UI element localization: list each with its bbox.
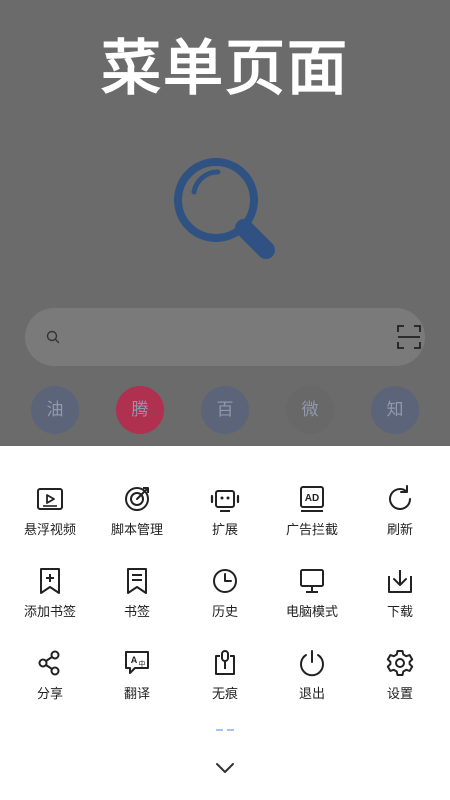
quick-link[interactable]: 百	[201, 386, 249, 434]
menu-item-label: 无痕	[211, 687, 238, 702]
menu-item-settings[interactable]: 设置	[355, 648, 445, 720]
download-icon	[388, 570, 412, 593]
menu-item-label: 悬浮视频	[23, 523, 76, 538]
translate-icon: A 中	[125, 651, 149, 674]
page-dot-active	[216, 729, 223, 731]
menu-item-label: 翻译	[123, 687, 150, 702]
menu-item-label: 电脑模式	[285, 605, 338, 620]
power-icon	[300, 650, 324, 677]
add-bookmark-icon	[40, 568, 60, 594]
menu-item-label: 分享	[36, 687, 63, 702]
script-icon	[125, 487, 149, 511]
menu-item-label: 书签	[123, 605, 150, 620]
menu-item-label: 历史	[211, 605, 238, 620]
menu-item-ad-block[interactable]: AD 广告拦截	[267, 484, 357, 556]
video-icon	[37, 488, 63, 510]
menu-item-extensions[interactable]: 扩展	[180, 484, 270, 556]
menu-item-downloads[interactable]: 下载	[355, 566, 445, 638]
search-logo-icon	[174, 158, 275, 259]
dimmed-homepage: 菜单页面 油 腾 百 微 知	[0, 0, 450, 446]
scan-icon[interactable]	[395, 323, 423, 351]
menu-item-desktop-mode[interactable]: 电脑模式	[267, 566, 357, 638]
menu-item-floating-video[interactable]: 悬浮视频	[5, 484, 95, 556]
extension-icon	[210, 490, 240, 512]
menu-item-label: 广告拦截	[285, 523, 338, 538]
menu-item-label: 添加书签	[23, 605, 76, 620]
incognito-icon	[215, 650, 235, 675]
menu-item-refresh[interactable]: 刷新	[355, 484, 445, 556]
svg-text:A: A	[131, 655, 138, 665]
menu-item-bookmarks[interactable]: 书签	[92, 566, 182, 638]
menu-item-exit[interactable]: 退出	[267, 648, 357, 720]
menu-item-script-manager[interactable]: 脚本管理	[92, 484, 182, 556]
search-icon	[46, 330, 60, 344]
menu-item-label: 刷新	[386, 523, 413, 538]
menu-item-history[interactable]: 历史	[180, 566, 270, 638]
menu-item-label: 脚本管理	[110, 523, 163, 538]
page-dot	[227, 729, 234, 731]
chevron-down-icon[interactable]	[214, 760, 236, 776]
page-indicator	[216, 729, 234, 731]
svg-text:AD: AD	[305, 493, 319, 504]
menu-item-label: 退出	[298, 687, 325, 702]
history-icon	[213, 569, 237, 593]
svg-text:中: 中	[139, 659, 146, 668]
menu-item-add-bookmark[interactable]: 添加书签	[5, 566, 95, 638]
quick-links: 油 腾 百 微 知	[0, 386, 450, 436]
menu-item-incognito[interactable]: 无痕	[180, 648, 270, 720]
menu-item-translate[interactable]: A 中 翻译	[92, 648, 182, 720]
menu-item-label: 扩展	[211, 523, 238, 538]
menu-item-label: 设置	[386, 687, 413, 702]
desktop-icon	[300, 569, 324, 593]
refresh-icon	[389, 485, 411, 510]
settings-icon	[386, 650, 414, 676]
bookmark-icon	[127, 568, 147, 594]
quick-link[interactable]: 油	[31, 386, 79, 434]
search-bar[interactable]	[25, 308, 425, 366]
quick-link[interactable]: 微	[286, 386, 334, 434]
quick-link[interactable]: 腾	[116, 386, 164, 434]
menu-item-label: 下载	[386, 605, 413, 620]
page-title: 菜单页面	[101, 34, 349, 104]
ad-block-icon: AD	[300, 486, 324, 512]
menu-item-share[interactable]: 分享	[5, 648, 95, 720]
share-icon	[38, 650, 60, 676]
quick-link[interactable]: 知	[371, 386, 419, 434]
